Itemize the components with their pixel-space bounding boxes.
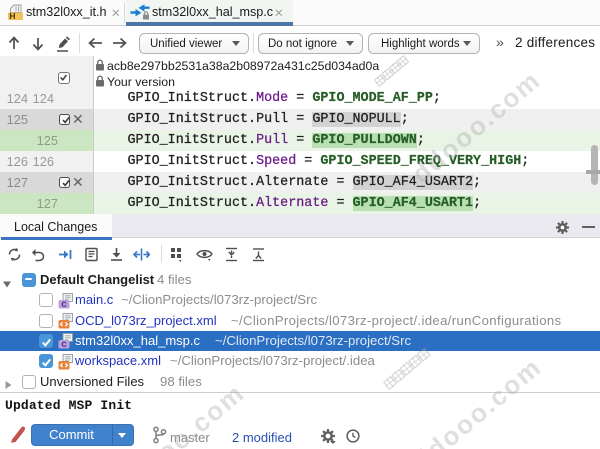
svg-text:c: c [61,340,67,350]
svg-text:c: c [61,299,67,309]
svg-text:H: H [9,11,15,21]
